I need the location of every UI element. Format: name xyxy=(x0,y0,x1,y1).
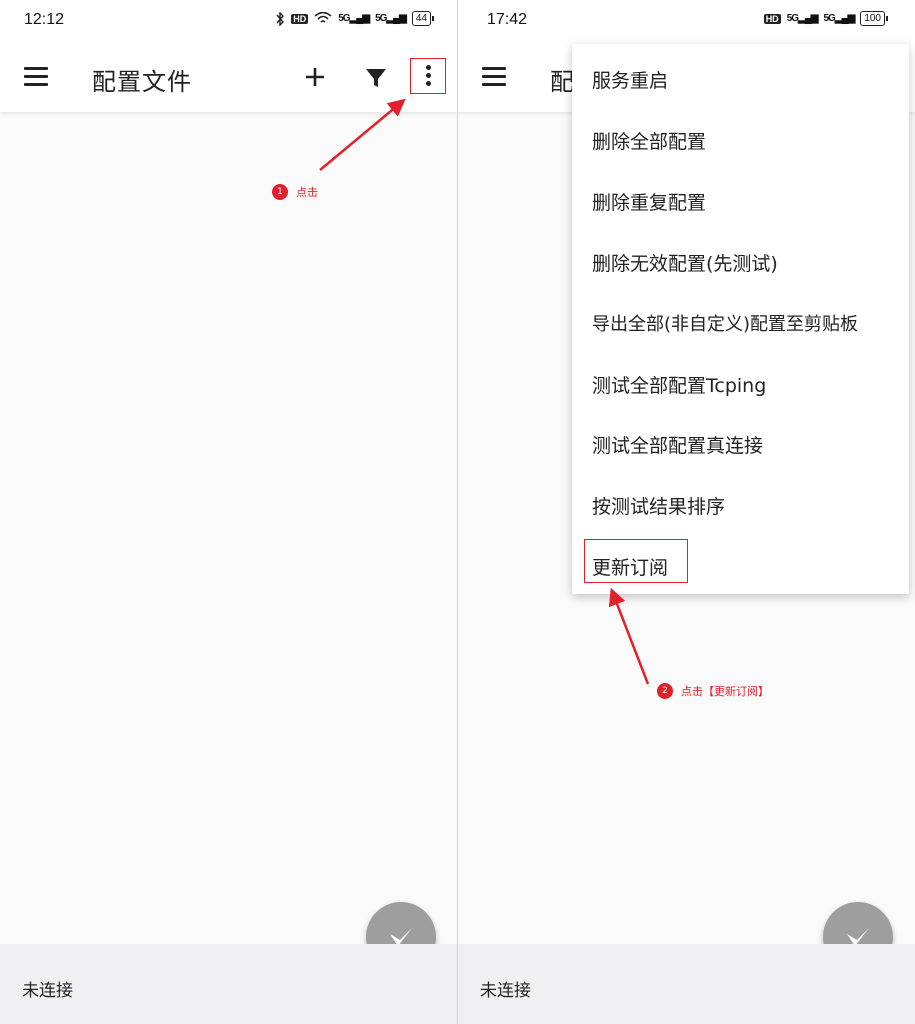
annotation-text: 点击 xyxy=(296,186,318,199)
step-number-badge: 1 xyxy=(272,184,288,200)
annotation-step2: 2 点击【更新订阅】 xyxy=(657,683,769,699)
step-number-badge: 2 xyxy=(657,683,673,699)
annotation-step1: 1 点击 xyxy=(272,184,318,200)
arrow-step2 xyxy=(608,587,650,685)
annotation-arrows xyxy=(319,98,650,685)
arrow-step1 xyxy=(319,98,406,171)
annotation-text: 点击【更新订阅】 xyxy=(681,685,769,698)
